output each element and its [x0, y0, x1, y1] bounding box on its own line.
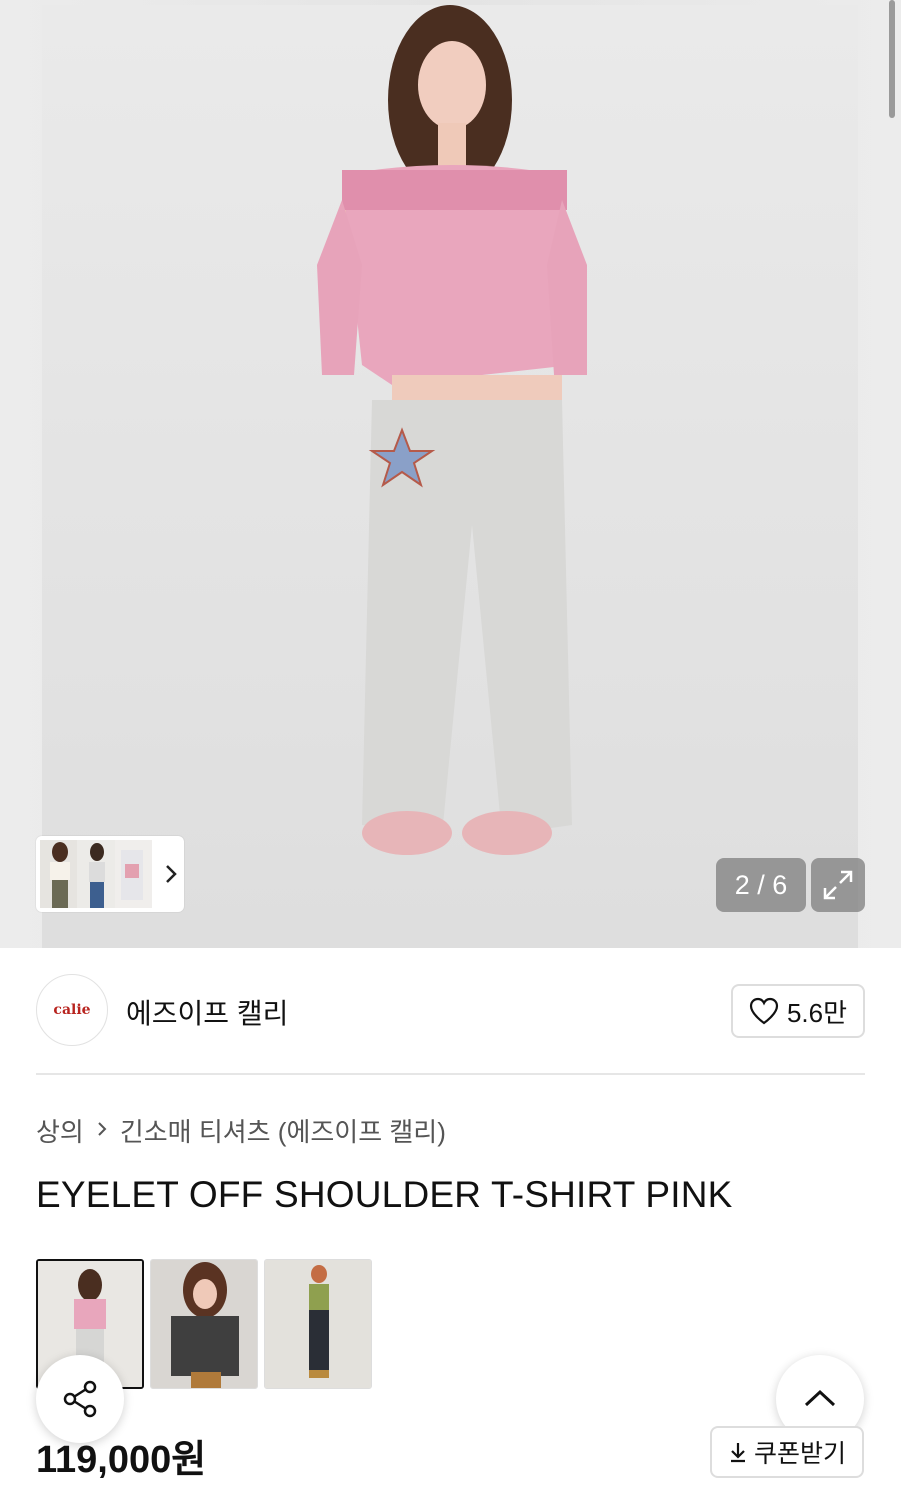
gallery-thumb-1[interactable]	[40, 840, 78, 908]
scrollbar[interactable]	[889, 0, 895, 118]
gallery-thumb-3[interactable]	[114, 840, 152, 908]
expand-icon[interactable]	[811, 858, 865, 912]
breadcrumb-subcategory[interactable]: 긴소매 티셔츠 (에즈이프 캘리)	[120, 1112, 446, 1149]
like-count: 5.6만	[786, 997, 848, 1028]
product-title: EYELET OFF SHOULDER T-SHIRT PINK	[36, 1174, 733, 1215]
breadcrumb: 상의 긴소매 티셔츠 (에즈이프 캘리)	[36, 1112, 446, 1149]
chevron-right-icon	[96, 1118, 108, 1144]
gallery-thumbnail-strip[interactable]	[36, 836, 184, 912]
brand-name[interactable]: 에즈이프 캘리	[126, 992, 288, 1032]
brand-row: calie 에즈이프 캘리 5.6만	[36, 974, 865, 1048]
chevron-right-icon[interactable]	[158, 862, 184, 886]
chevron-up-icon	[804, 1389, 836, 1407]
download-icon	[730, 1443, 745, 1463]
gallery-counter: 2 / 6	[716, 858, 806, 912]
like-button[interactable]: 5.6만	[731, 984, 865, 1038]
share-icon	[63, 1380, 97, 1418]
product-price: 119,000원	[36, 1439, 207, 1481]
gallery-thumb-2[interactable]	[77, 840, 115, 908]
model-illustration	[317, 5, 587, 855]
variant-thumb-charcoal[interactable]	[150, 1259, 258, 1389]
heart-icon	[749, 997, 779, 1025]
product-gallery[interactable]: 2 / 6	[0, 0, 901, 948]
breadcrumb-category[interactable]: 상의	[36, 1112, 84, 1149]
variant-thumb-green[interactable]	[264, 1259, 372, 1389]
coupon-button[interactable]: 쿠폰받기	[710, 1426, 864, 1478]
product-main-photo[interactable]	[42, 5, 858, 948]
divider	[36, 1073, 865, 1075]
brand-logo[interactable]: calie	[36, 974, 108, 1046]
brand-logo-text: calie	[53, 1002, 91, 1018]
coupon-label: 쿠폰받기	[753, 1440, 846, 1468]
